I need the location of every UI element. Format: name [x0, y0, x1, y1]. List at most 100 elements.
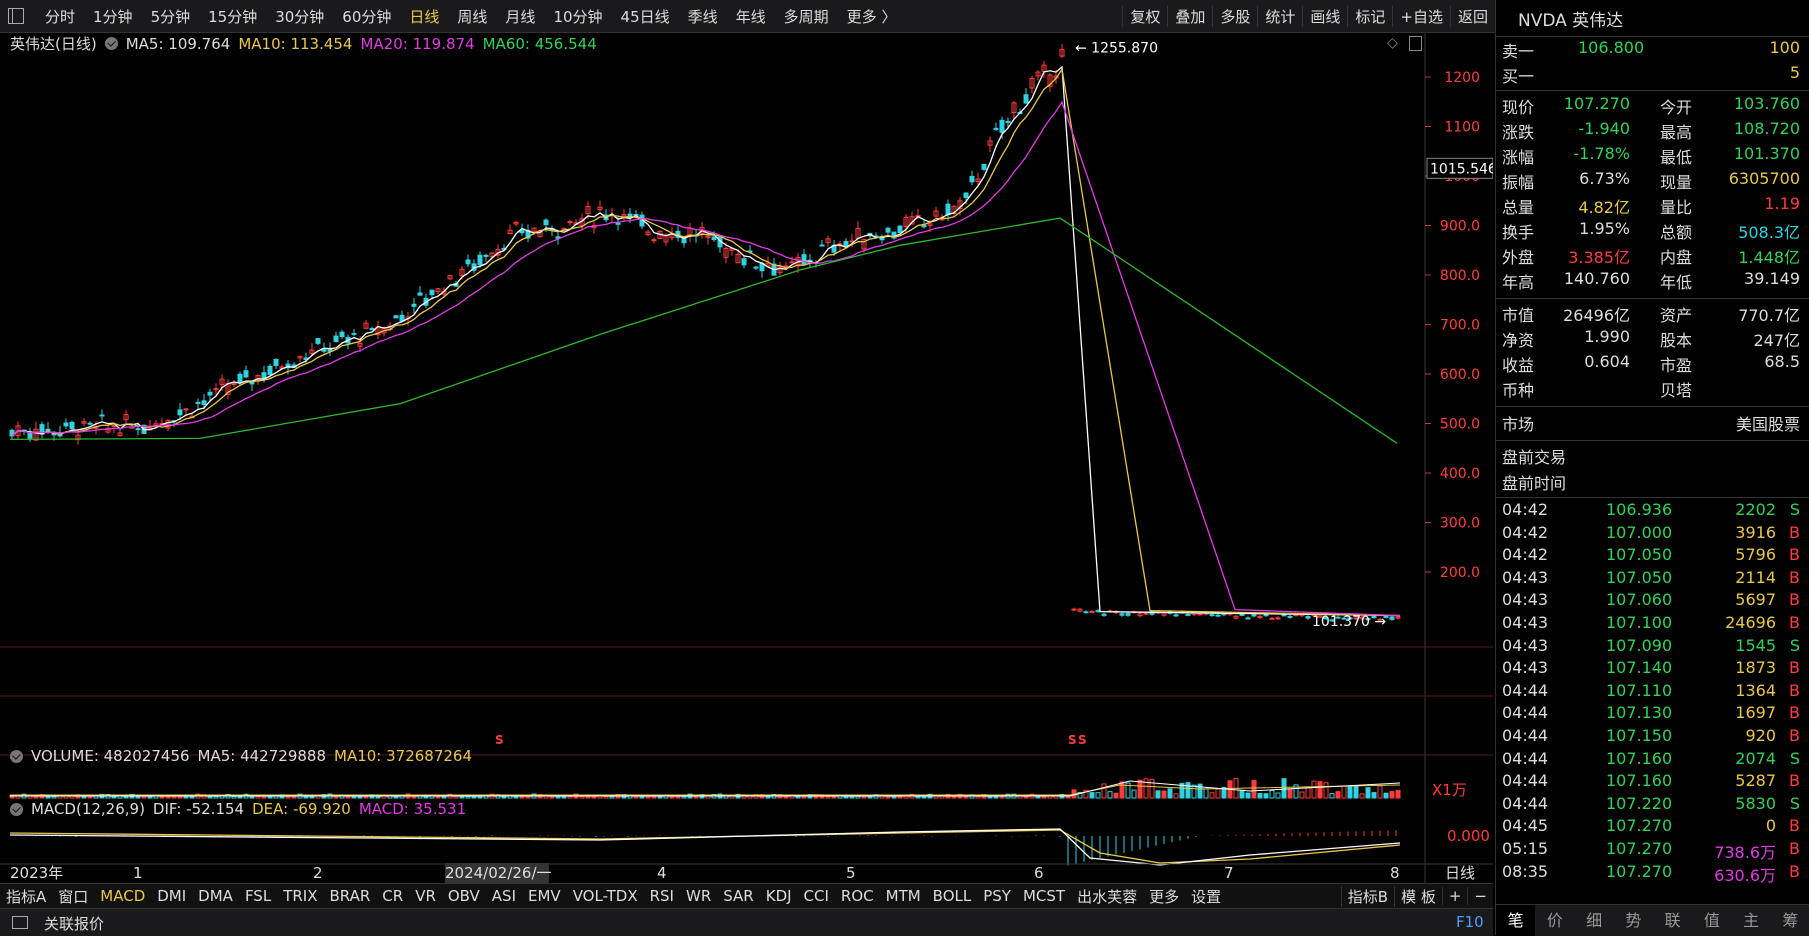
- volume-settings-icon[interactable]: [10, 749, 23, 763]
- indicator-tab-15[interactable]: WR: [680, 887, 717, 905]
- indicator-tab-12[interactable]: EMV: [522, 887, 567, 905]
- indicator-tab-20[interactable]: MTM: [880, 887, 927, 905]
- indicator-tab-23[interactable]: MCST: [1017, 887, 1071, 905]
- fundamentals-cell: 币种: [1502, 381, 1535, 400]
- toolbar-action-1[interactable]: 叠加: [1167, 5, 1212, 27]
- sidebar-toggle-icon[interactable]: [8, 8, 24, 24]
- f10-button[interactable]: F10: [1456, 913, 1484, 931]
- toolbar-action-0[interactable]: 复权: [1122, 5, 1167, 27]
- panel-tab-2[interactable]: 细: [1575, 905, 1614, 936]
- period-tab-0[interactable]: 分时: [36, 6, 84, 27]
- indicator-tab-7[interactable]: BRAR: [323, 887, 376, 905]
- volume-bar: [1311, 780, 1317, 799]
- indicator-tab-11[interactable]: ASI: [486, 887, 522, 905]
- indicator-right-3[interactable]: −: [1467, 887, 1493, 905]
- indicator-right-1[interactable]: 模 板: [1394, 885, 1442, 907]
- period-tab-7[interactable]: 周线: [448, 6, 496, 27]
- indicator-tab-22[interactable]: PSY: [977, 887, 1017, 905]
- candle-body: [69, 421, 75, 430]
- ask-price: 106.800: [1578, 38, 1645, 57]
- indicator-tab-16[interactable]: SAR: [717, 887, 759, 905]
- volume-bar: [1113, 792, 1119, 799]
- indicator-tab-1[interactable]: 窗口: [52, 886, 94, 907]
- indicator-right-2[interactable]: +: [1441, 887, 1468, 905]
- volume-bar: [1167, 788, 1173, 799]
- indicator-tab-8[interactable]: CR: [376, 887, 409, 905]
- volume-bar: [795, 796, 801, 799]
- volume-bar: [453, 795, 459, 799]
- quote-panel-icon[interactable]: [12, 916, 28, 929]
- volume-bar: [681, 796, 687, 799]
- volume-bar: [237, 796, 243, 799]
- stats-cell: 年低: [1660, 273, 1693, 292]
- toolbar-action-2[interactable]: 多股: [1212, 5, 1257, 27]
- panel-tab-5[interactable]: 值: [1692, 905, 1731, 936]
- indicator-tab-18[interactable]: CCI: [798, 887, 835, 905]
- indicator-tab-3[interactable]: DMI: [151, 887, 192, 905]
- toolbar-action-7[interactable]: 返回: [1449, 5, 1495, 27]
- period-tab-13[interactable]: 多周期: [775, 6, 838, 27]
- period-tab-2[interactable]: 5分钟: [142, 6, 200, 27]
- indicator-tab-13[interactable]: VOL-TDX: [567, 887, 644, 905]
- indicator-tab-24[interactable]: 出水芙蓉: [1071, 886, 1143, 907]
- stats-cell: 1.448亿: [1738, 248, 1800, 267]
- toolbar-action-4[interactable]: 画线: [1302, 5, 1347, 27]
- indicator-tab-25[interactable]: 更多: [1143, 886, 1185, 907]
- panel-tab-6[interactable]: 主: [1732, 905, 1771, 936]
- period-tab-11[interactable]: 季线: [679, 6, 727, 27]
- candle-body: [99, 414, 105, 417]
- stats-cell: -1.78%: [1573, 144, 1630, 163]
- linked-quote-label[interactable]: 关联报价: [44, 913, 104, 934]
- period-tab-12[interactable]: 年线: [727, 6, 775, 27]
- indicator-tab-9[interactable]: VR: [409, 887, 442, 905]
- volume-bar: [1257, 792, 1263, 799]
- stats-cell: 6305700: [1728, 169, 1800, 188]
- chart-area[interactable]: 英伟达(日线) MA5: 109.764 MA10: 113.454 MA20:…: [0, 33, 1493, 883]
- candle-body: [273, 358, 279, 366]
- period-tab-10[interactable]: 45日线: [612, 6, 679, 27]
- candle-body: [1197, 613, 1203, 616]
- indicator-tab-21[interactable]: BOLL: [927, 887, 978, 905]
- stats-row: 换手 1.95% 总额 508.3亿: [1496, 219, 1809, 243]
- candle-body: [567, 221, 573, 224]
- toolbar-action-6[interactable]: +自选: [1392, 5, 1450, 27]
- indicator-tab-0[interactable]: 指标A: [0, 886, 52, 907]
- panel-tab-4[interactable]: 联: [1653, 905, 1692, 936]
- stats-row: 总量 4.82亿 量比 1.19: [1496, 194, 1809, 218]
- macd-settings-icon[interactable]: [10, 802, 23, 816]
- indicator-tab-5[interactable]: FSL: [239, 887, 277, 905]
- stats-cell: 涨幅: [1502, 148, 1535, 167]
- indicator-tab-14[interactable]: RSI: [644, 887, 680, 905]
- tick-cell: S: [1789, 748, 1800, 768]
- indicator-tab-19[interactable]: ROC: [835, 887, 880, 905]
- panel-tab-3[interactable]: 势: [1614, 905, 1653, 936]
- panel-tab-1[interactable]: 价: [1535, 905, 1574, 936]
- volume-bar: [549, 795, 555, 799]
- period-tab-5[interactable]: 60分钟: [333, 6, 400, 27]
- indicator-right-0[interactable]: 指标B: [1340, 885, 1394, 907]
- period-tab-9[interactable]: 10分钟: [544, 6, 611, 27]
- candle-body: [801, 254, 807, 265]
- toolbar-action-5[interactable]: 标记: [1347, 5, 1392, 27]
- candle-body: [1287, 615, 1293, 618]
- period-tab-1[interactable]: 1分钟: [84, 6, 142, 27]
- indicator-tab-10[interactable]: OBV: [442, 887, 486, 905]
- indicator-tab-26[interactable]: 设置: [1185, 886, 1227, 907]
- indicator-tab-17[interactable]: KDJ: [760, 887, 798, 905]
- indicator-tab-4[interactable]: DMA: [192, 887, 239, 905]
- indicator-tab-2[interactable]: MACD: [94, 887, 151, 905]
- period-tab-3[interactable]: 15分钟: [199, 6, 266, 27]
- volume-bar: [1155, 790, 1161, 799]
- indicator-tab-6[interactable]: TRIX: [277, 887, 323, 905]
- period-tab-8[interactable]: 月线: [496, 6, 544, 27]
- tick-cell: S: [1789, 793, 1800, 813]
- period-tab-6[interactable]: 日线: [400, 6, 448, 27]
- stats-cell: 最低: [1660, 148, 1693, 167]
- panel-tab-7[interactable]: 筹: [1771, 905, 1809, 936]
- toolbar-action-3[interactable]: 统计: [1257, 5, 1302, 27]
- period-tab-4[interactable]: 30分钟: [266, 6, 333, 27]
- volume-bar: [1209, 792, 1215, 799]
- panel-tab-0[interactable]: 笔: [1496, 905, 1536, 936]
- stats-cell: 现价: [1502, 98, 1535, 117]
- period-tab-14[interactable]: 更多 〉: [838, 6, 906, 27]
